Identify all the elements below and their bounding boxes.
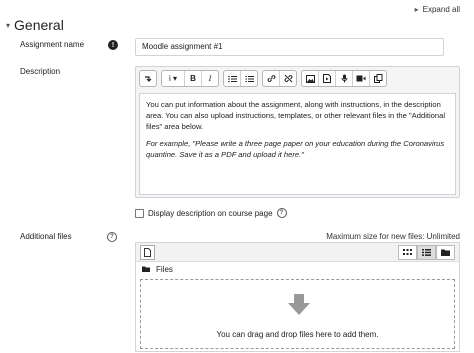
manage-files-icon[interactable]: [370, 71, 386, 86]
description-text-area[interactable]: You can put information about the assign…: [139, 93, 456, 195]
show-more-icon[interactable]: [140, 71, 156, 86]
collapse-triangle-icon: ▾: [6, 20, 11, 30]
help-icon[interactable]: ?: [107, 232, 117, 242]
assignment-name-label: Assignment name: [20, 40, 85, 49]
editor-toolbar: i ▾ B I: [139, 70, 387, 87]
expand-all-link[interactable]: ▸ Expand all: [415, 5, 460, 14]
additional-files-label: Additional files: [20, 232, 72, 241]
grid-view-icon[interactable]: [398, 245, 417, 260]
section-general-header[interactable]: ▾ General: [6, 17, 64, 33]
file-manager: Files You can drag and drop files here t…: [135, 242, 460, 352]
folder-path[interactable]: Files: [142, 265, 173, 274]
file-manager-toolbar: [136, 243, 459, 262]
tree-view-icon[interactable]: [436, 245, 455, 260]
help-icon[interactable]: ?: [276, 208, 287, 218]
description-label: Description: [20, 67, 61, 76]
unlink-icon[interactable]: [280, 71, 296, 86]
max-size-text: Maximum size for new files: Unlimited: [326, 232, 460, 241]
file-drop-zone[interactable]: You can drag and drop files here to add …: [140, 279, 455, 349]
view-switcher: [398, 245, 455, 260]
link-icon[interactable]: [263, 71, 280, 86]
section-title: General: [14, 17, 64, 33]
folder-name: Files: [156, 265, 173, 274]
list-view-icon[interactable]: [417, 245, 436, 260]
display-description-checkbox-row[interactable]: Display description on course page ?: [135, 208, 287, 218]
expand-all-label: Expand all: [422, 5, 460, 14]
add-file-icon[interactable]: [140, 245, 155, 260]
required-icon[interactable]: !: [108, 40, 118, 50]
display-description-checkbox[interactable]: [135, 208, 144, 218]
drop-arrow-icon: [288, 294, 310, 315]
italic-icon[interactable]: I: [202, 71, 218, 86]
paragraph-style-icon[interactable]: i ▾: [162, 71, 185, 86]
image-icon[interactable]: [302, 71, 319, 86]
chevron-right-icon: ▸: [414, 5, 419, 14]
record-video-icon[interactable]: [353, 71, 370, 86]
assignment-name-input[interactable]: Moodle assignment #1: [135, 38, 444, 56]
ordered-list-icon[interactable]: [241, 71, 257, 86]
folder-icon: [142, 265, 150, 274]
media-icon[interactable]: [319, 71, 336, 86]
description-editor: i ▾ B I You can put information about th…: [135, 66, 460, 198]
bold-icon[interactable]: B: [185, 71, 202, 86]
description-paragraph-1: You can put information about the assign…: [146, 100, 446, 131]
display-description-label: Display description on course page: [148, 208, 273, 218]
drop-message: You can drag and drop files here to add …: [216, 330, 379, 339]
record-audio-icon[interactable]: [336, 71, 353, 86]
unordered-list-icon[interactable]: [224, 71, 241, 86]
description-paragraph-2: For example, "Please write a three page …: [146, 139, 445, 159]
